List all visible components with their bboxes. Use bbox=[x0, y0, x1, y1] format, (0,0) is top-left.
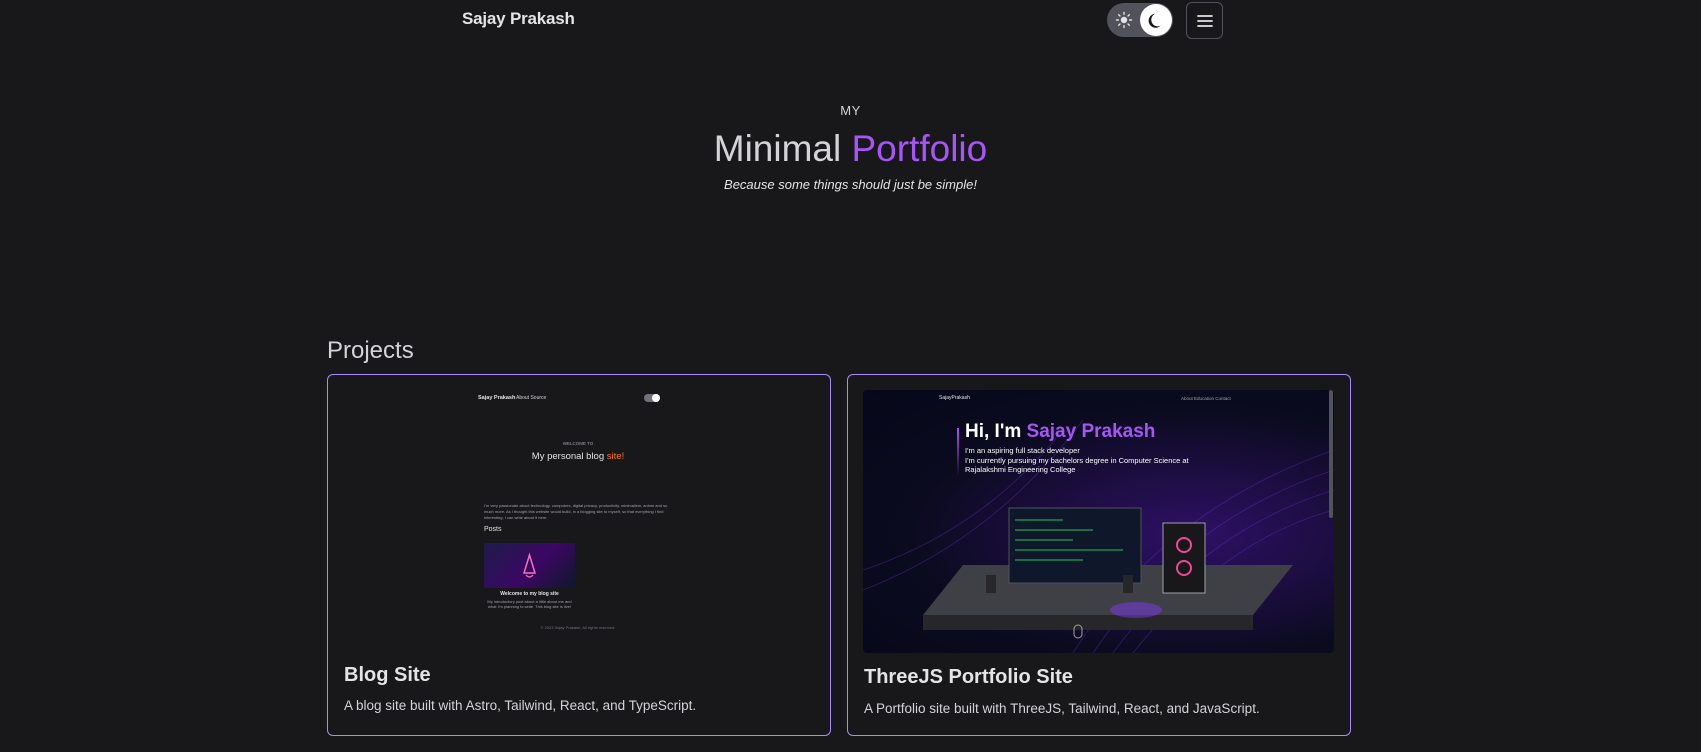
preview-hi-plain: Hi, I'm bbox=[965, 421, 1022, 442]
project-card-blog-site[interactable]: Sajay Prakash About Source WELCOME TO My… bbox=[327, 374, 831, 736]
preview-nav-title: Sajay Prakash bbox=[478, 395, 516, 401]
astro-logo-icon bbox=[522, 552, 537, 578]
preview-post-desc: My introductory post about a little abou… bbox=[487, 599, 572, 609]
preview-subtext: I'm an aspiring full stack developer I'm… bbox=[965, 446, 1235, 475]
preview-post-title: Welcome to my blog site bbox=[500, 591, 559, 597]
preview-nav-links: About Source bbox=[516, 395, 547, 401]
hero-section: MY Minimal Portfolio Because some things… bbox=[0, 103, 1701, 192]
projects-heading: Projects bbox=[327, 337, 414, 364]
project-description: A Portfolio site built with ThreeJS, Tai… bbox=[864, 701, 1260, 716]
hero-title: Minimal Portfolio bbox=[0, 127, 1701, 171]
theme-toggle[interactable] bbox=[1107, 3, 1173, 37]
menu-button[interactable] bbox=[1186, 2, 1223, 39]
page: Sajay Prakash MY Minimal Portfolio Becau… bbox=[0, 0, 1701, 752]
toggle-knob bbox=[1140, 4, 1172, 36]
preview-posts-heading: Posts bbox=[484, 526, 502, 533]
moon-icon bbox=[1148, 13, 1161, 28]
preview-scrollbar bbox=[1329, 390, 1333, 518]
site-title[interactable]: Sajay Prakash bbox=[462, 9, 575, 29]
preview-headline-accent: site! bbox=[606, 451, 625, 462]
project-preview-image: Sajay Prakash About Source WELCOME TO My… bbox=[468, 383, 688, 630]
hamburger-menu-icon bbox=[1197, 15, 1213, 27]
hero-title-plain: Minimal bbox=[713, 128, 842, 169]
preview-hi-accent: Sajay Prakash bbox=[1026, 421, 1156, 442]
preview-nav-title: SajayPrakash bbox=[939, 395, 970, 401]
preview-theme-toggle bbox=[644, 394, 660, 402]
preview-post-thumbnail bbox=[484, 543, 575, 588]
preview-sub-line: I'm currently pursuing my bachelors degr… bbox=[965, 455, 1189, 465]
hero-title-accent: Portfolio bbox=[851, 128, 988, 169]
hero-kicker: MY bbox=[840, 103, 861, 118]
project-preview-image: SajayPrakash About Education Contact Hi,… bbox=[863, 390, 1334, 653]
sun-icon bbox=[1115, 11, 1133, 29]
preview-sub-line: I'm an aspiring full stack developer bbox=[965, 446, 1080, 455]
project-title[interactable]: ThreeJS Portfolio Site bbox=[864, 666, 1073, 689]
preview-footer: © 2023 Sajay Prakash. All rights reserve… bbox=[540, 625, 616, 630]
preview-headline: My personal blog site! bbox=[468, 451, 688, 462]
preview-hi-heading: Hi, I'm Sajay Prakash bbox=[965, 421, 1155, 443]
preview-welcome: WELCOME TO bbox=[562, 441, 594, 446]
hero-tagline: Because some things should just be simpl… bbox=[724, 177, 977, 192]
preview-headline-plain: My personal blog bbox=[531, 451, 605, 462]
project-card-threejs-portfolio[interactable]: SajayPrakash About Education Contact Hi,… bbox=[847, 374, 1351, 736]
preview-accent-bar bbox=[957, 428, 959, 476]
project-description: A blog site built with Astro, Tailwind, … bbox=[344, 698, 697, 713]
preview-nav-links: About Education Contact bbox=[1181, 396, 1231, 401]
project-title[interactable]: Blog Site bbox=[344, 664, 431, 687]
preview-paragraph: I'm very passionate about technology, co… bbox=[484, 503, 668, 520]
preview-sub-line: Rajalakshmi Engineering College bbox=[965, 465, 1076, 474]
